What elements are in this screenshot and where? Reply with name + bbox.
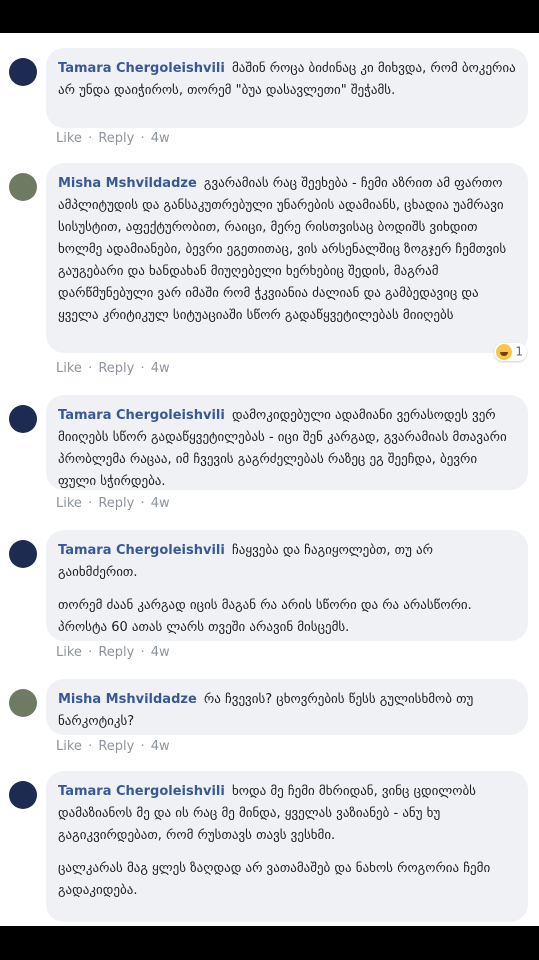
avatar[interactable]	[9, 781, 37, 809]
comment-bubble: Misha Mshvildadze გვარამიას რაც შეეხება …	[46, 163, 528, 353]
comment-author[interactable]: Tamara Chergoleishvili	[58, 784, 225, 799]
comment-actions: Like · Reply · 4w	[56, 361, 172, 376]
reply-button[interactable]: Reply	[98, 496, 134, 511]
comments-thread: Tamara Chergoleishvili მაშინ როცა ბიძინა…	[0, 33, 539, 926]
separator: ·	[140, 645, 145, 660]
comment-actions: Like · Reply · 4w	[56, 131, 172, 146]
reaction-count: 1	[515, 344, 523, 359]
like-button[interactable]: Like	[56, 496, 82, 511]
reply-button[interactable]: Reply	[98, 645, 134, 660]
comment-timestamp[interactable]: 4w	[151, 496, 170, 511]
comment-bubble: Misha Mshvildadze რა ჩვევის? ცხოვრების წ…	[46, 679, 528, 735]
separator: ·	[88, 496, 93, 511]
comment-text-continued: ცალკარას მაგ ყლეს ზაღდად არ ვათამაშებ და…	[58, 861, 491, 898]
like-button[interactable]: Like	[56, 361, 82, 376]
separator: ·	[88, 131, 93, 146]
separator: ·	[140, 496, 145, 511]
comment-actions: Like · Reply · 4w	[56, 645, 172, 660]
avatar[interactable]	[9, 173, 37, 201]
haha-emoji-icon	[495, 344, 512, 360]
comment-author[interactable]: Misha Mshvildadze	[58, 692, 197, 707]
separator: ·	[88, 361, 93, 376]
like-button[interactable]: Like	[56, 645, 82, 660]
comment-bubble: Tamara Chergoleishvili ხოდა მე ჩემი მხრი…	[46, 771, 528, 922]
avatar[interactable]	[9, 58, 37, 86]
avatar[interactable]	[9, 405, 37, 433]
comment-bubble: Tamara Chergoleishvili მაშინ როცა ბიძინა…	[46, 48, 528, 128]
separator: ·	[88, 739, 93, 754]
comment-author[interactable]: Tamara Chergoleishvili	[58, 408, 225, 423]
comment-actions: Like · Reply · 4w	[56, 739, 172, 754]
separator: ·	[140, 361, 145, 376]
comment-timestamp[interactable]: 4w	[151, 739, 170, 754]
separator: ·	[140, 739, 145, 754]
avatar[interactable]	[9, 540, 37, 568]
comment-text-continued: თორემ ძაან კარგად იცის მაგან რა არის სწო…	[58, 598, 472, 635]
separator: ·	[88, 645, 93, 660]
comment-author[interactable]: Tamara Chergoleishvili	[58, 61, 225, 76]
comment-actions: Like · Reply · 4w	[56, 496, 172, 511]
comment-author[interactable]: Tamara Chergoleishvili	[58, 543, 225, 558]
like-button[interactable]: Like	[56, 131, 82, 146]
reply-button[interactable]: Reply	[98, 361, 134, 376]
comment-bubble: Tamara Chergoleishvili დამოკიდებული ადამ…	[46, 395, 528, 490]
comment-bubble: Tamara Chergoleishvili ჩაყვება და ჩაგიყო…	[46, 530, 528, 641]
reaction-badge[interactable]: 1	[493, 343, 527, 361]
comment-text: გვარამიას რაც შეეხება - ჩემი აზრით ამ ფა…	[58, 176, 507, 323]
comment-timestamp[interactable]: 4w	[151, 131, 170, 146]
comment-timestamp[interactable]: 4w	[151, 645, 170, 660]
avatar[interactable]	[9, 689, 37, 717]
comment-author[interactable]: Misha Mshvildadze	[58, 176, 197, 191]
separator: ·	[140, 131, 145, 146]
like-button[interactable]: Like	[56, 739, 82, 754]
comment-timestamp[interactable]: 4w	[151, 361, 170, 376]
reply-button[interactable]: Reply	[98, 131, 134, 146]
reply-button[interactable]: Reply	[98, 739, 134, 754]
